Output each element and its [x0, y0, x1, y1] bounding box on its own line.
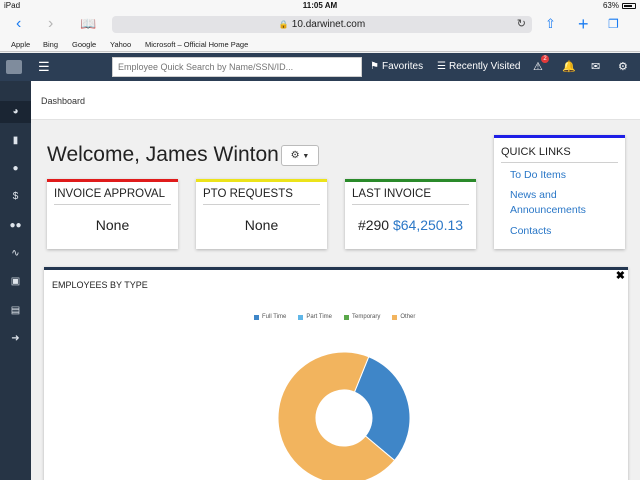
bookmark-bing[interactable]: Bing	[43, 40, 58, 49]
favorites-link[interactable]: ⚑ Favorites	[370, 61, 423, 72]
card-title: LAST INVOICE	[352, 188, 469, 205]
app-header: ☰ ⚑ Favorites ☰ Recently Visited ⚠ 2 🔔 ✉…	[0, 53, 640, 81]
sidebar-payroll-icon[interactable]: $	[0, 186, 31, 208]
sidebar-documents-icon[interactable]: ▣	[0, 271, 31, 293]
card-value: None	[244, 217, 279, 233]
bell-icon[interactable]: 🔔	[562, 60, 576, 73]
card-title: INVOICE APPROVAL	[54, 188, 171, 205]
battery-percent: 63%	[602, 1, 619, 10]
settings-icon[interactable]: ⚙	[618, 60, 628, 73]
mail-icon[interactable]: ✉	[591, 60, 600, 73]
bookmark-icon: ⚑	[370, 61, 379, 72]
card-value: #290 $64,250.13	[345, 217, 476, 233]
tabs-icon[interactable]: ❐	[608, 15, 619, 33]
share-icon[interactable]: ⇧	[545, 15, 556, 33]
employee-search-input[interactable]	[112, 57, 362, 77]
quick-links-title: QUICK LINKS	[501, 146, 618, 163]
sidebar-employee-icon[interactable]: ●	[0, 158, 31, 180]
quick-link-todo[interactable]: To Do Items	[510, 168, 610, 183]
welcome-heading: Welcome, James Winton	[47, 143, 279, 166]
ios-status-bar: iPad 11:05 AM 63%	[0, 0, 640, 12]
gear-icon: ⚙	[290, 150, 300, 161]
invoice-number: #290	[357, 217, 390, 233]
battery-status: 63%	[603, 1, 636, 10]
bookmark-google[interactable]: Google	[72, 40, 96, 49]
sidebar-reports-icon[interactable]: ▤	[0, 300, 31, 322]
list-icon: ☰	[437, 61, 446, 72]
url-text: 10.darwinet.com	[291, 19, 366, 30]
bookmark-yahoo[interactable]: Yahoo	[110, 40, 131, 49]
invoice-amount-link[interactable]: $64,250.13	[393, 217, 463, 233]
sidebar-dashboard-icon[interactable]: ◕	[0, 101, 31, 123]
card-title: PTO REQUESTS	[203, 188, 320, 205]
main-content: Dashboard Welcome, James Winton ⚙ ▼ INVO…	[31, 81, 640, 480]
sidebar-users-icon[interactable]: ●●	[0, 215, 31, 237]
quick-links-card: QUICK LINKS To Do Items News and Announc…	[494, 135, 625, 249]
last-invoice-card[interactable]: LAST INVOICE #290 $64,250.13	[345, 179, 476, 249]
donut-chart	[277, 351, 411, 480]
menu-icon[interactable]: ☰	[38, 59, 50, 75]
bookmarks-icon[interactable]: 📖	[80, 15, 96, 33]
pto-requests-card[interactable]: PTO REQUESTS None	[196, 179, 327, 249]
sidebar-activity-icon[interactable]: ∿	[0, 243, 31, 265]
quick-link-news[interactable]: News and Announcements	[510, 188, 610, 218]
favorites-label: Favorites	[381, 61, 424, 72]
lock-icon: 🔒	[278, 20, 289, 29]
alert-count-badge: 2	[541, 55, 549, 63]
sidebar-logout-icon[interactable]: ➜	[0, 328, 31, 350]
battery-icon	[622, 2, 636, 9]
new-tab-icon[interactable]: +	[578, 15, 589, 33]
card-value: None	[95, 217, 130, 233]
reload-icon[interactable]: ↻	[517, 16, 526, 33]
clock: 11:05 AM	[302, 1, 338, 10]
forward-icon[interactable]: ›	[48, 15, 53, 33]
address-bar[interactable]: 🔒 10.darwinet.com ↻	[112, 16, 532, 33]
recently-visited-link[interactable]: ☰ Recently Visited	[437, 61, 521, 72]
sidebar: ◕ ▮ ● $ ●● ∿ ▣ ▤ ➜	[0, 81, 31, 480]
invoice-approval-card[interactable]: INVOICE APPROVAL None	[47, 179, 178, 249]
bookmark-microsoft[interactable]: Microsoft – Official Home Page	[145, 40, 248, 49]
breadcrumb[interactable]: Dashboard	[41, 96, 85, 106]
bookmarks-bar: Apple Bing Google Yahoo Microsoft – Offi…	[0, 38, 640, 52]
breadcrumb-bar: Dashboard	[31, 81, 640, 120]
dashboard-settings-button[interactable]: ⚙ ▼	[281, 145, 319, 166]
app-logo[interactable]	[6, 60, 22, 74]
recently-visited-label: Recently Visited	[448, 61, 521, 72]
employees-by-type-panel: EMPLOYEES BY TYPE ✖ Full Time Part Time Te…	[44, 267, 628, 480]
back-icon[interactable]: ‹	[16, 15, 21, 33]
browser-toolbar: ‹ › 📖 🔒 10.darwinet.com ↻ ⇧ + ❐	[0, 12, 640, 38]
caret-down-icon: ▼	[302, 153, 310, 160]
quick-link-contacts[interactable]: Contacts	[510, 224, 610, 239]
bookmark-apple[interactable]: Apple	[11, 40, 30, 49]
sidebar-company-icon[interactable]: ▮	[0, 130, 31, 152]
